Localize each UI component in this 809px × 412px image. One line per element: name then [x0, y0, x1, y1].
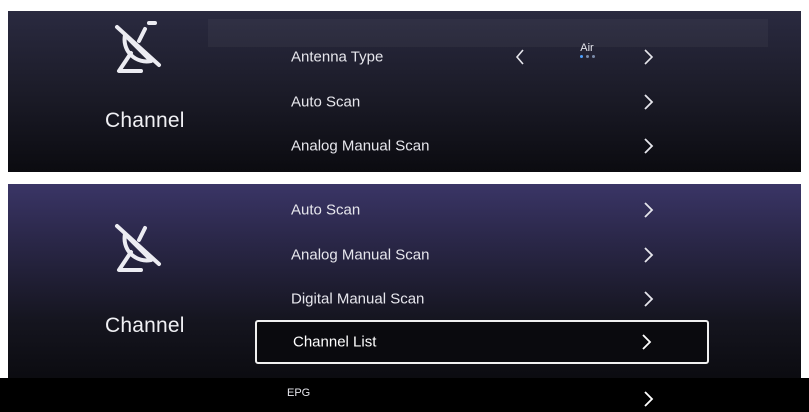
- menu-item-label: Analog Manual Scan: [291, 246, 430, 264]
- menu-item-analog-manual-scan[interactable]: Analog Manual Scan: [255, 236, 709, 274]
- menu-item-label: Auto Scan: [291, 201, 361, 219]
- option-dot: [585, 55, 589, 58]
- menu-item-analog-manual-scan[interactable]: Analog Manual Scan: [255, 127, 709, 165]
- menu-item-channel-list[interactable]: Channel List: [255, 320, 709, 364]
- menu-item-antenna-type[interactable]: Antenna Type Air: [255, 38, 709, 76]
- menu-item-label: EPG: [287, 387, 311, 399]
- chevron-right-icon: [643, 93, 655, 111]
- category-label: Channel: [105, 109, 185, 132]
- menu-item-digital-manual-scan[interactable]: Digital Manual Scan: [255, 280, 709, 318]
- satellite-dish-off-icon: [111, 220, 169, 282]
- settings-panel-top: Channel Antenna Type Air Auto Scan Analo…: [8, 11, 801, 172]
- menu-item-label: Auto Scan: [291, 93, 361, 111]
- chevron-right-icon: [641, 333, 653, 351]
- chevron-right-icon[interactable]: [643, 48, 655, 66]
- menu-item-label: Digital Manual Scan: [291, 290, 425, 308]
- menu-item-label: Channel List: [293, 333, 377, 351]
- menu-item-auto-scan[interactable]: Auto Scan: [255, 83, 709, 121]
- chevron-right-icon: [643, 390, 655, 408]
- chevron-left-icon[interactable]: [515, 49, 525, 65]
- menu-item-label: Antenna Type: [291, 48, 384, 66]
- value-option-dots: [567, 55, 607, 58]
- satellite-dish-off-icon: [111, 21, 169, 83]
- option-dot: [579, 55, 583, 58]
- menu-item-auto-scan[interactable]: Auto Scan: [255, 191, 709, 229]
- chevron-right-icon: [643, 246, 655, 264]
- menu-item-epg[interactable]: EPG: [247, 378, 701, 412]
- chevron-right-icon: [643, 201, 655, 219]
- menu-item-label: Analog Manual Scan: [291, 137, 430, 155]
- category-label: Channel: [105, 314, 185, 337]
- chevron-right-icon: [643, 137, 655, 155]
- option-dot: [591, 55, 595, 58]
- antenna-type-value: Air: [567, 42, 607, 58]
- chevron-right-icon: [643, 290, 655, 308]
- antenna-type-value-text: Air: [580, 42, 594, 54]
